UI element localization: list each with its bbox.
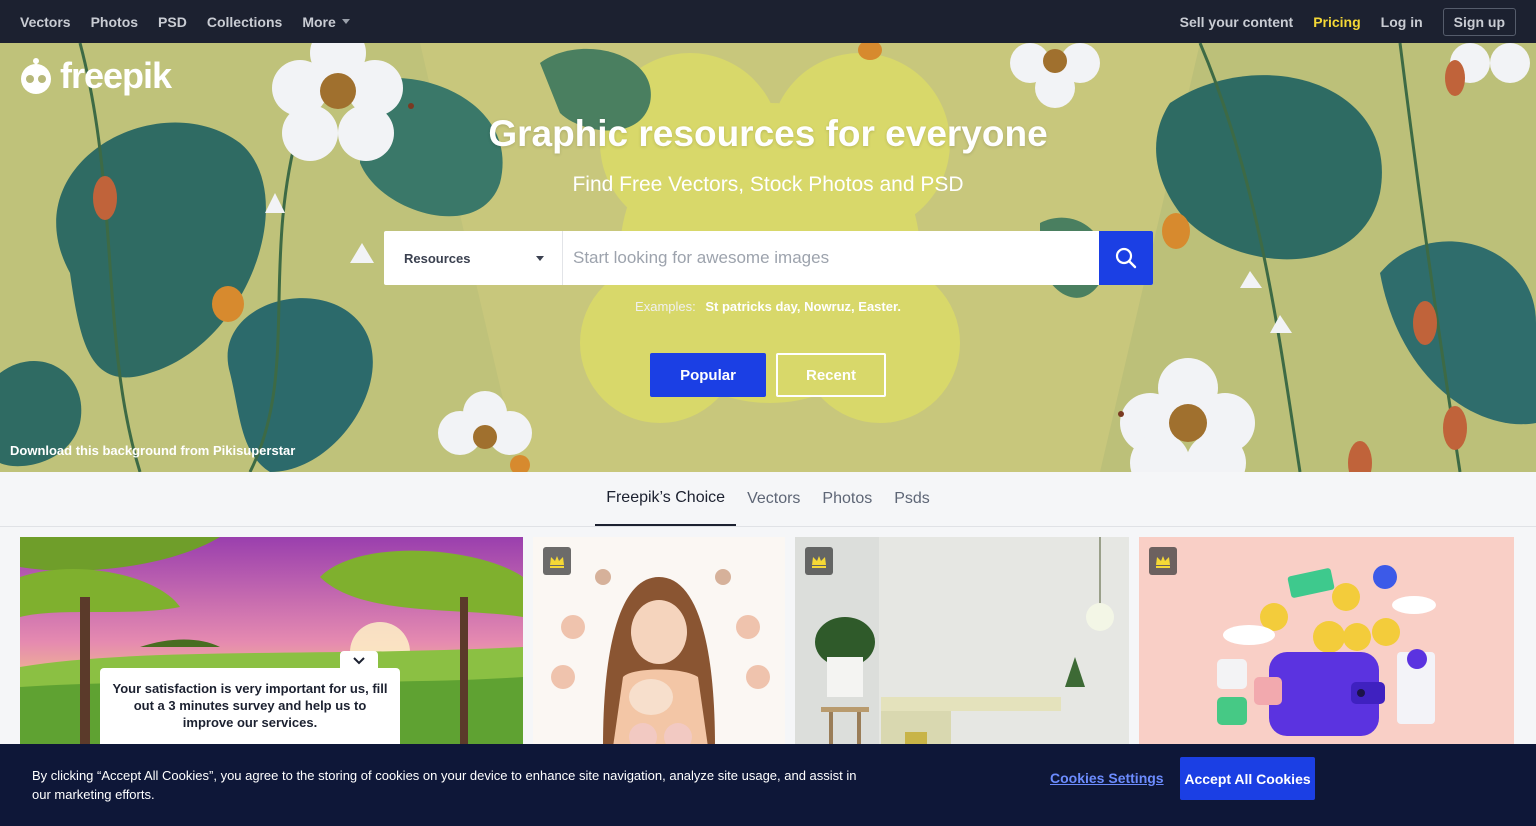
cookie-banner: By clicking “Accept All Cookies”, you ag…	[0, 744, 1536, 826]
nav-vectors[interactable]: Vectors	[20, 14, 71, 30]
resource-type-select[interactable]: Resources	[384, 231, 563, 285]
nav-more-label: More	[302, 13, 336, 30]
survey-collapse-toggle[interactable]	[340, 651, 378, 671]
nav-pricing[interactable]: Pricing	[1313, 14, 1360, 30]
nav-sell-content[interactable]: Sell your content	[1180, 14, 1294, 30]
wallet-coins-thumbnail	[1139, 537, 1514, 747]
top-navigation: Vectors Photos PSD Collections More Sell…	[0, 0, 1536, 43]
survey-text: Your satisfaction is very important for …	[112, 681, 388, 730]
crown-icon	[1156, 556, 1170, 568]
chevron-down-icon	[536, 255, 544, 261]
nav-left: Vectors Photos PSD Collections More	[20, 14, 370, 30]
resource-type-label: Resources	[404, 250, 471, 266]
content-tabs: Freepik’s Choice Vectors Photos Psds	[0, 472, 1536, 527]
premium-crown-badge	[1149, 547, 1177, 575]
hero-section: freepik Graphic resources for everyone F…	[0, 43, 1536, 472]
tab-freepiks-choice[interactable]: Freepik’s Choice	[595, 472, 737, 526]
chevron-down-icon	[341, 19, 350, 24]
cookies-settings-link[interactable]: Cookies Settings	[1050, 770, 1164, 786]
nav-login[interactable]: Log in	[1381, 14, 1423, 30]
hero-subtitle: Find Free Vectors, Stock Photos and PSD	[572, 173, 964, 196]
chevron-down-icon	[353, 657, 365, 665]
search-examples: Examples: St patricks day, Nowruz, Easte…	[0, 299, 1536, 314]
search-button[interactable]	[1099, 231, 1153, 285]
popular-button[interactable]: Popular	[650, 353, 766, 397]
examples-links[interactable]: St patricks day, Nowruz, Easter.	[705, 299, 901, 314]
logo-text: freepik	[60, 55, 172, 96]
crown-icon	[550, 556, 564, 568]
hero-title: Graphic resources for everyone	[488, 113, 1048, 154]
freepik-logo-icon	[21, 58, 51, 94]
accept-all-cookies-button[interactable]: Accept All Cookies	[1180, 757, 1315, 800]
tab-psds[interactable]: Psds	[883, 472, 941, 526]
resource-card[interactable]	[795, 537, 1129, 747]
search-input[interactable]	[563, 231, 1099, 285]
survey-popup[interactable]: Your satisfaction is very important for …	[100, 668, 400, 748]
examples-label: Examples:	[635, 299, 696, 314]
background-credit-link[interactable]: Download this background from Pikisupers…	[10, 443, 295, 458]
cookie-text: By clicking “Accept All Cookies”, you ag…	[32, 768, 857, 802]
interior-room-thumbnail	[795, 537, 1129, 747]
tab-photos[interactable]: Photos	[811, 472, 883, 526]
nav-more[interactable]: More	[302, 13, 350, 30]
freepik-logo[interactable]: freepik	[16, 55, 172, 97]
premium-crown-badge	[805, 547, 833, 575]
resource-card[interactable]	[533, 537, 785, 747]
nav-right: Sell your content Pricing Log in Sign up	[1160, 7, 1516, 36]
signup-button[interactable]: Sign up	[1442, 7, 1516, 36]
nav-collections[interactable]: Collections	[207, 14, 282, 30]
recent-button[interactable]: Recent	[776, 353, 886, 397]
nav-psd[interactable]: PSD	[158, 14, 187, 30]
tab-vectors[interactable]: Vectors	[736, 472, 811, 526]
nav-photos[interactable]: Photos	[91, 14, 138, 30]
resource-card[interactable]	[1139, 537, 1514, 747]
search-icon	[1115, 247, 1137, 269]
crown-icon	[812, 556, 826, 568]
search-bar: Resources	[384, 231, 1153, 285]
premium-crown-badge	[543, 547, 571, 575]
